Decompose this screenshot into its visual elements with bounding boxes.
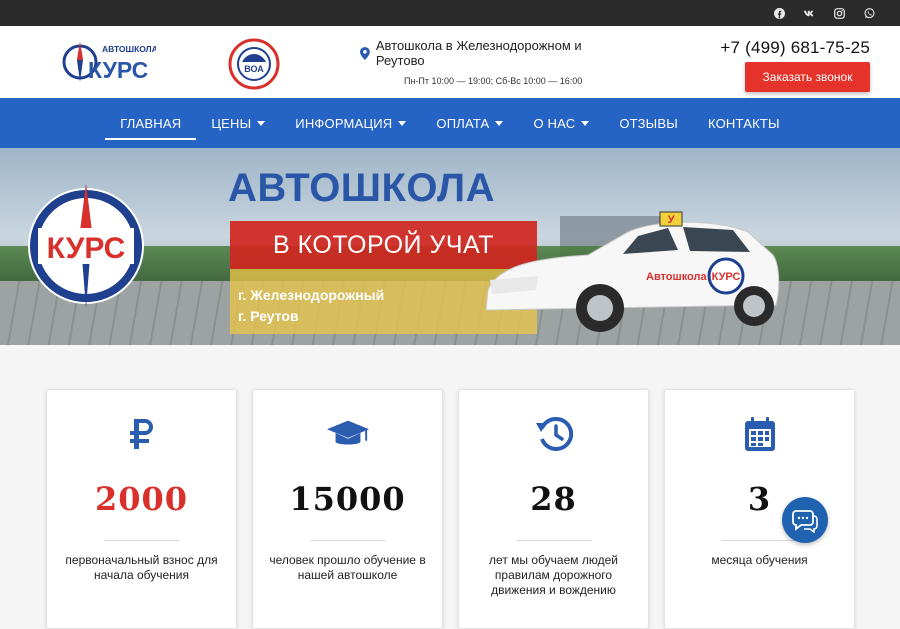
address-block: Автошкола в Железнодорожном и Реутово Пн… xyxy=(360,38,630,86)
facebook-icon[interactable] xyxy=(772,6,786,20)
divider xyxy=(515,540,592,541)
chat-widget-button[interactable] xyxy=(782,497,828,543)
hero-banner: КУРС АВТОШКОЛА В КОТОРОЙ УЧАТ г. Железно… xyxy=(0,148,900,345)
stat-card-initial-payment: 2000 первоначальный взнос для начала обу… xyxy=(46,389,237,629)
nav-label: КОНТАКТЫ xyxy=(707,115,780,131)
chat-icon xyxy=(792,510,818,533)
main-nav: ГЛАВНАЯ ЦЕНЫ ИНФОРМАЦИЯ ОПЛАТА О НАС ОТЗ… xyxy=(0,98,900,148)
site-header: АВТОШКОЛА КУРС ВОА Автошкола в Железнодо… xyxy=(0,26,900,98)
chevron-down-icon xyxy=(398,120,407,126)
stat-value: 3 xyxy=(747,480,772,518)
nav-item-payment[interactable]: ОПЛАТА xyxy=(421,98,518,148)
nav-item-info[interactable]: ИНФОРМАЦИЯ xyxy=(280,98,421,148)
top-bar xyxy=(0,0,900,26)
stat-card-months: 3 месяца обучения xyxy=(664,389,855,629)
working-hours: Пн-Пт 10:00 — 19:00; Сб-Вс 10:00 — 16:00 xyxy=(404,76,583,86)
nav-label: ОТЗЫВЫ xyxy=(619,115,678,131)
divider xyxy=(721,540,798,541)
instagram-icon[interactable] xyxy=(832,6,846,20)
whatsapp-icon[interactable] xyxy=(862,6,876,20)
nav-item-contacts[interactable]: КОНТАКТЫ xyxy=(693,98,795,148)
map-pin-icon xyxy=(360,46,370,60)
hero-logo: КУРС xyxy=(28,184,144,308)
phone-link[interactable]: +7 (499) 681-75-25 xyxy=(720,38,870,58)
stats-cards: 2000 первоначальный взнос для начала обу… xyxy=(46,389,855,629)
nav-item-about[interactable]: О НАС xyxy=(518,98,604,148)
nav-label: ИНФОРМАЦИЯ xyxy=(295,115,393,131)
svg-text:ВОА: ВОА xyxy=(244,64,264,74)
svg-text:КУРС: КУРС xyxy=(712,271,741,283)
voa-badge: ВОА xyxy=(228,38,280,90)
nav-item-prices[interactable]: ЦЕНЫ xyxy=(196,98,280,148)
stat-description: первоначальный взнос для начала обучения xyxy=(65,553,218,582)
nav-item-home[interactable]: ГЛАВНАЯ xyxy=(105,98,197,148)
nav-label: ЦЕНЫ xyxy=(211,115,252,131)
stat-value: 15000 xyxy=(289,480,406,518)
vk-icon[interactable] xyxy=(802,6,816,20)
nav-item-reviews[interactable]: ОТЗЫВЫ xyxy=(604,98,693,148)
stat-description: человек прошло обучение в нашей автошкол… xyxy=(269,553,426,582)
stat-description: месяца обучения xyxy=(711,553,808,567)
nav-label: О НАС xyxy=(533,115,576,131)
divider xyxy=(103,540,180,541)
ruble-icon xyxy=(120,412,164,456)
stat-card-graduates: 15000 человек прошло обучение в нашей ав… xyxy=(252,389,443,629)
chevron-down-icon xyxy=(495,120,504,126)
svg-text:У: У xyxy=(668,214,675,226)
stat-value: 2000 xyxy=(94,480,189,518)
address-text: Автошкола в Железнодорожном и Реутово xyxy=(375,38,582,68)
chevron-down-icon xyxy=(257,120,266,126)
svg-text:КУРС: КУРС xyxy=(47,232,126,265)
school-car-image: У Автошкола КУРС xyxy=(485,211,780,332)
history-icon xyxy=(532,412,576,456)
divider xyxy=(309,540,386,541)
stat-card-years: 28 лет мы обучаем людей правилам дорожно… xyxy=(458,389,649,629)
svg-text:КУРС: КУРС xyxy=(88,57,148,83)
school-logo[interactable]: АВТОШКОЛА КУРС xyxy=(62,40,156,84)
nav-label: ГЛАВНАЯ xyxy=(120,115,182,131)
stat-value: 28 xyxy=(530,480,577,518)
nav-label: ОПЛАТА xyxy=(436,115,490,131)
svg-text:Автошкола: Автошкола xyxy=(646,271,707,283)
hero-title: АВТОШКОЛА xyxy=(228,166,495,210)
callback-button[interactable]: Заказать звонок xyxy=(745,62,870,92)
svg-text:АВТОШКОЛА: АВТОШКОЛА xyxy=(102,44,156,54)
stat-description: лет мы обучаем людей правилам дорожного … xyxy=(489,553,618,597)
graduation-cap-icon xyxy=(326,412,370,456)
calendar-icon xyxy=(738,412,782,456)
chevron-down-icon xyxy=(581,120,590,126)
